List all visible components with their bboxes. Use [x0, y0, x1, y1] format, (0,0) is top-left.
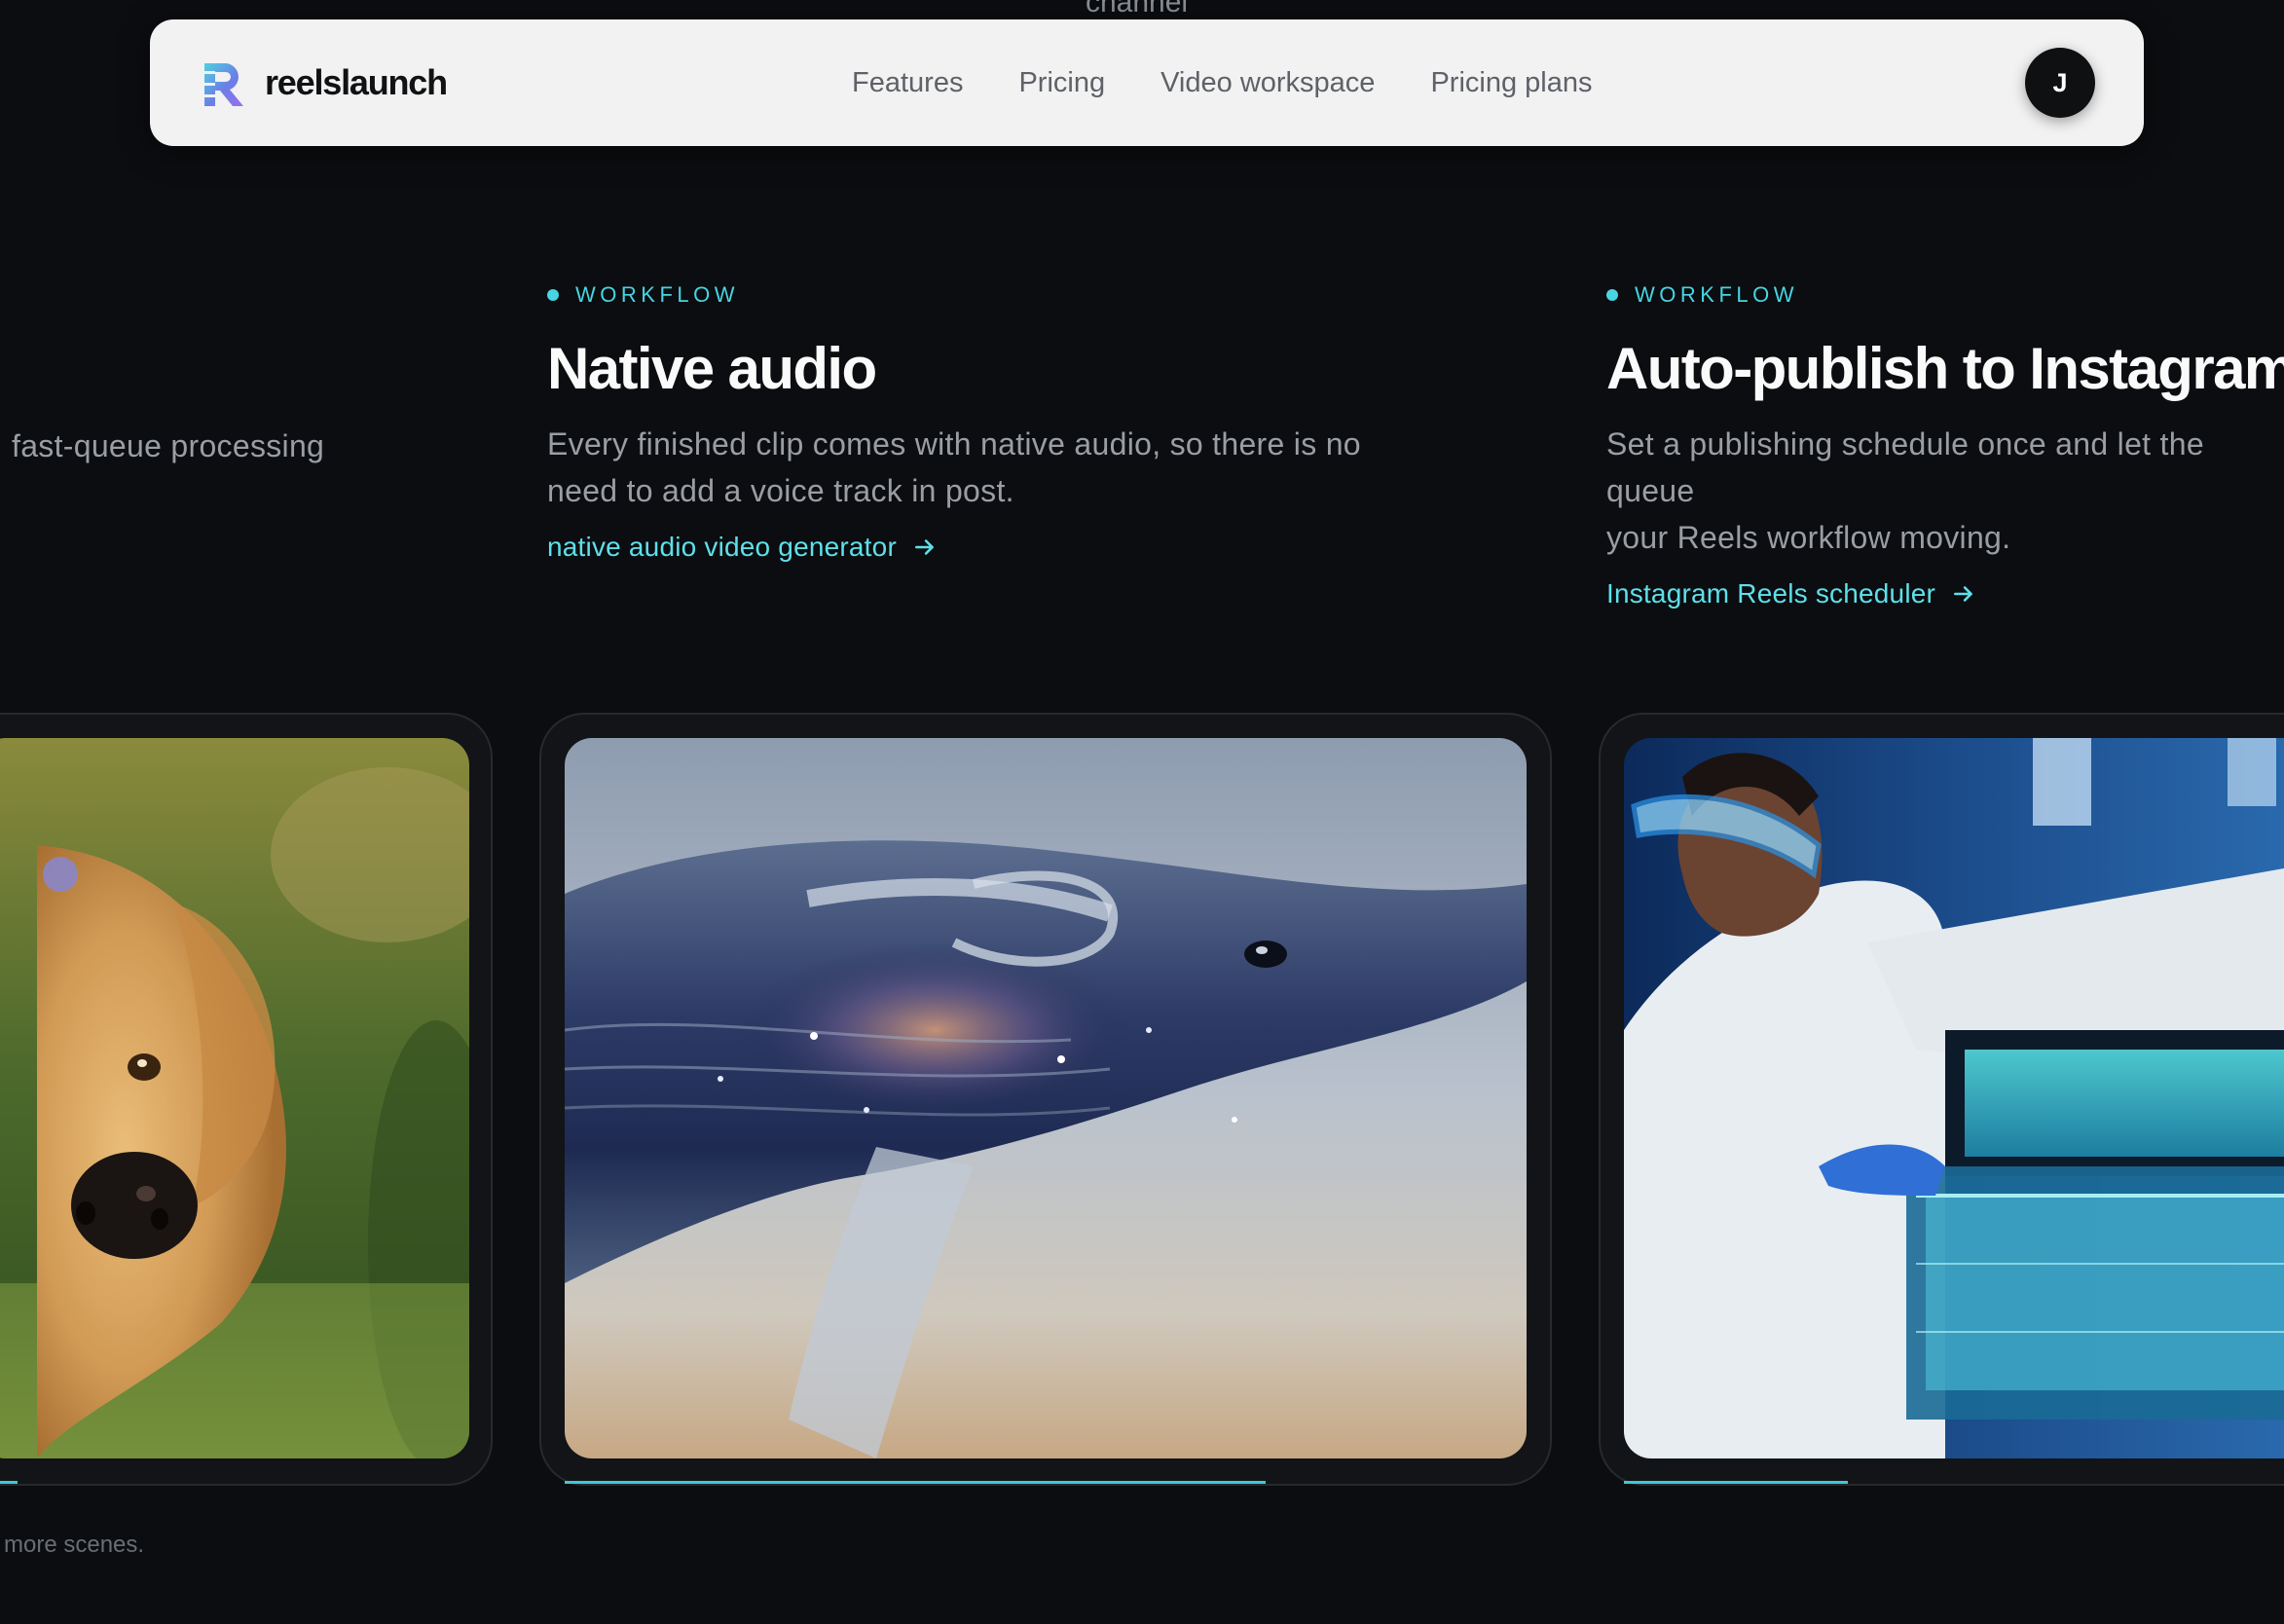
- brand-name: reelslaunch: [265, 62, 448, 102]
- footnote-text: more scenes.: [4, 1532, 145, 1558]
- nav-link-pricing-plans[interactable]: Pricing plans: [1430, 67, 1592, 99]
- eyebrow-label: WORKFLOW: [575, 282, 739, 307]
- arrow-right-icon: [915, 539, 934, 555]
- arrow-right-icon: [1954, 586, 1972, 602]
- cosmic-whale-image: [565, 738, 1527, 1458]
- video-progress-bar: [1624, 1481, 1848, 1484]
- feature-desc-line: need to add a voice track in post.: [547, 473, 1014, 508]
- top-navbar: reelslaunch Features Pricing Video works…: [150, 19, 2144, 146]
- eyebrow-dot-icon: [547, 289, 559, 301]
- feature-title: Native audio: [547, 336, 877, 401]
- video-card-dog[interactable]: [0, 713, 493, 1486]
- video-thumbnail-lab[interactable]: [1624, 738, 2284, 1458]
- feature-title: Auto-publish to Instagram: [1606, 336, 2284, 401]
- video-card-lab[interactable]: [1599, 713, 2284, 1486]
- feature-left-desc: fast-queue processing: [12, 428, 325, 463]
- brand-logo[interactable]: reelslaunch: [201, 57, 448, 108]
- user-avatar-button[interactable]: J: [2025, 48, 2095, 118]
- feature-auto-publish: WORKFLOW Auto-publish to Instagram Set a…: [1606, 282, 2284, 609]
- feature-eyebrow: WORKFLOW: [1606, 282, 2284, 308]
- video-card-whale[interactable]: [539, 713, 1552, 1486]
- link-label: Instagram Reels scheduler: [1606, 578, 1936, 609]
- video-progress-bar: [565, 1481, 1266, 1484]
- lab-scientist-image: [1624, 738, 2284, 1458]
- feature-native-audio: WORKFLOW Native audio Every finished cli…: [547, 282, 1361, 563]
- feature-description: Set a publishing schedule once and let t…: [1606, 421, 2284, 561]
- nav-links: Features Pricing Video workspace Pricing…: [852, 19, 1647, 146]
- video-thumbnail-whale[interactable]: [565, 738, 1527, 1458]
- reelslaunch-logo-icon: [204, 63, 243, 106]
- eyebrow-label: WORKFLOW: [1635, 282, 1798, 307]
- feature-desc-line: Every finished clip comes with native au…: [547, 426, 1361, 461]
- feature-desc-line: Set a publishing schedule once and let t…: [1606, 426, 2204, 508]
- native-audio-link[interactable]: native audio video generator: [547, 532, 938, 563]
- feature-desc-line: your Reels workflow moving.: [1606, 520, 2011, 555]
- instagram-scheduler-link[interactable]: Instagram Reels scheduler: [1606, 578, 1976, 609]
- video-thumbnail-dog[interactable]: [0, 738, 469, 1458]
- link-label: native audio video generator: [547, 532, 897, 562]
- nav-link-pricing[interactable]: Pricing: [1018, 67, 1105, 99]
- video-progress-bar: [0, 1481, 18, 1484]
- eyebrow-dot-icon: [1606, 289, 1618, 301]
- clipped-heading-fragment: channel: [1086, 0, 1189, 18]
- feature-description: Every finished clip comes with native au…: [547, 421, 1361, 514]
- feature-eyebrow: WORKFLOW: [547, 282, 1361, 308]
- nav-link-features[interactable]: Features: [852, 67, 963, 99]
- nav-link-video-workspace[interactable]: Video workspace: [1160, 67, 1375, 99]
- golden-retriever-image: [0, 738, 469, 1458]
